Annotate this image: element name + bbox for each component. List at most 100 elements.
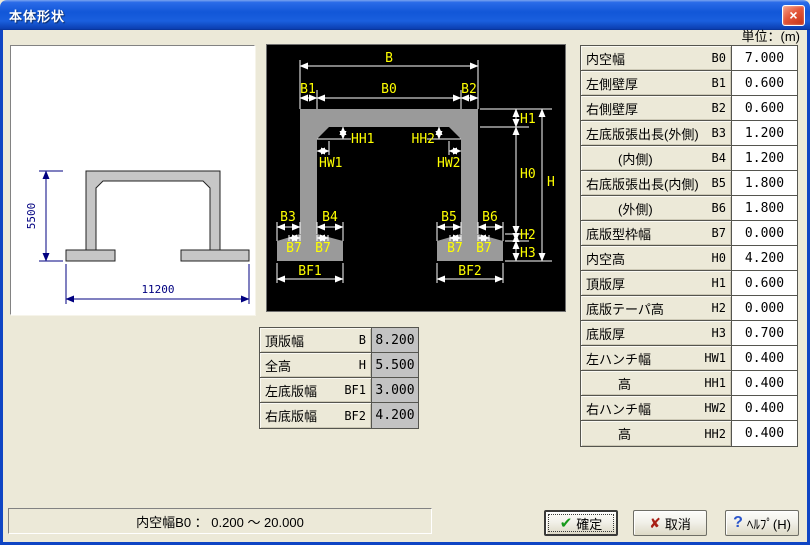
table-row: 内空高 H0 4.200 xyxy=(581,246,797,271)
dim-label-b7: B7 xyxy=(476,241,492,256)
close-icon[interactable]: × xyxy=(782,5,805,26)
dim-label-hh1: HH1 xyxy=(351,132,374,147)
param-symbol: B0 xyxy=(711,51,726,65)
param-label: (外側) xyxy=(618,201,653,217)
dim-label-b0: B0 xyxy=(381,82,397,97)
x-icon: ✘ xyxy=(649,515,661,531)
param-label: 高 xyxy=(618,427,632,442)
confirm-button[interactable]: ✔ 確定 xyxy=(544,510,618,536)
param-symbol: HH1 xyxy=(704,376,726,390)
dim-label-h1: H1 xyxy=(520,112,536,127)
param-value-field[interactable]: 0.700 xyxy=(732,321,797,345)
param-label: 右側壁厚 xyxy=(586,101,639,117)
param-value-field[interactable]: 1.800 xyxy=(732,196,797,220)
param-value-field[interactable]: 0.400 xyxy=(732,346,797,370)
param-label: 左側壁厚 xyxy=(586,76,639,92)
summary-symbol: B xyxy=(358,333,366,347)
preview-width-dim: 11200 xyxy=(141,283,174,296)
dim-label-h3: H3 xyxy=(520,246,536,261)
param-value-field[interactable]: 1.200 xyxy=(732,146,797,170)
summary-table: 頂版幅 B 8.200 全高 H 5.500 左底版幅 BF1 3.000 右底版幅 B… xyxy=(259,327,419,429)
param-symbol: HW1 xyxy=(704,351,726,365)
param-symbol: B4 xyxy=(711,151,726,165)
summary-value: 3.000 xyxy=(372,378,418,402)
status-range-hint: 内空幅B0 ： 0.200 ～ 20.000 xyxy=(8,508,432,534)
param-label: 高 xyxy=(618,376,632,392)
param-symbol: H2 xyxy=(711,301,726,315)
param-symbol: HH2 xyxy=(704,426,726,441)
dim-label-hh2: HH2 xyxy=(412,132,435,147)
window-title: 本体形状 xyxy=(9,8,66,24)
table-row: 左底版幅 BF1 3.000 xyxy=(260,378,418,403)
param-label: 底版型枠幅 xyxy=(586,226,652,242)
param-value-field[interactable]: 0.600 xyxy=(732,71,797,95)
param-label: 右底版張出長(内側) xyxy=(586,176,699,192)
table-row: (内側) B4 1.200 xyxy=(581,146,797,171)
dialog-window: 本体形状 × 単位：(m) 5500 11200 B B1 B0 B2 HH1 … xyxy=(0,0,810,545)
param-label: 底版厚 xyxy=(586,326,626,342)
param-label: 左底版張出長(外側) xyxy=(586,126,699,142)
param-value-field[interactable]: 1.800 xyxy=(732,171,797,195)
param-symbol: HW2 xyxy=(704,401,726,415)
diagram-labels: B B1 B0 B2 HH1 HH2 HW1 HW2 B3 B4 B5 B6 B… xyxy=(280,51,555,279)
param-value-field[interactable]: 0.400 xyxy=(732,371,797,395)
param-value-field[interactable]: 0.400 xyxy=(732,396,797,420)
dim-label-b7: B7 xyxy=(447,241,463,256)
param-value-field[interactable]: 0.000 xyxy=(732,296,797,320)
dim-label-b7: B7 xyxy=(286,241,302,256)
summary-label: 左底版幅 xyxy=(265,383,318,399)
param-symbol: B7 xyxy=(711,226,726,240)
cancel-button[interactable]: ✘ 取消 xyxy=(633,510,707,536)
table-row: 底版厚 H3 0.700 xyxy=(581,321,797,346)
dim-label-b3: B3 xyxy=(280,210,296,225)
summary-label: 全高 xyxy=(265,358,292,374)
dim-label-b2: B2 xyxy=(461,82,477,97)
table-row: 頂版厚 H1 0.600 xyxy=(581,271,797,296)
table-row: 左底版張出長(外側) B3 1.200 xyxy=(581,121,797,146)
diagram-structure xyxy=(277,109,503,261)
param-label: 頂版厚 xyxy=(586,276,626,292)
table-row: 高 HH2 0.400 xyxy=(581,421,797,446)
table-row: 底版テーパ高 H2 0.000 xyxy=(581,296,797,321)
check-icon: ✔ xyxy=(559,514,573,532)
param-symbol: B6 xyxy=(711,201,726,215)
param-symbol: B5 xyxy=(711,176,726,190)
dim-label-b7: B7 xyxy=(315,241,331,256)
param-label: 底版テーパ高 xyxy=(586,301,664,317)
param-value-field[interactable]: 0.400 xyxy=(732,421,797,446)
param-symbol: B1 xyxy=(711,76,726,90)
dim-label-h0: H0 xyxy=(520,167,536,182)
table-row: 内空幅 B0 7.000 xyxy=(581,46,797,71)
param-symbol: H3 xyxy=(711,326,726,340)
param-value-field[interactable]: 0.000 xyxy=(732,221,797,245)
param-value-field[interactable]: 7.000 xyxy=(732,46,797,70)
table-row: 右側壁厚 B2 0.600 xyxy=(581,96,797,121)
shape-diagram-panel: B B1 B0 B2 HH1 HH2 HW1 HW2 B3 B4 B5 B6 B… xyxy=(266,44,566,312)
table-row: 右ハンチ幅 HW2 0.400 xyxy=(581,396,797,421)
dim-label-h2: H2 xyxy=(520,228,536,243)
dim-label-bf2: BF2 xyxy=(458,264,481,279)
summary-value: 5.500 xyxy=(372,353,418,377)
param-value-field[interactable]: 4.200 xyxy=(732,246,797,270)
unit-label: 単位：(m) xyxy=(741,29,801,44)
cancel-button-label: 取消 xyxy=(664,516,691,532)
param-label: 内空高 xyxy=(586,251,626,267)
summary-symbol: BF2 xyxy=(344,408,366,423)
param-value-field[interactable]: 1.200 xyxy=(732,121,797,145)
summary-value: 4.200 xyxy=(372,403,418,428)
dim-label-b1: B1 xyxy=(300,82,316,97)
help-button[interactable]: ? ﾍﾙﾌﾟ(H) xyxy=(725,510,799,536)
dim-label-b: B xyxy=(385,51,393,66)
table-row: 右底版張出長(内側) B5 1.800 xyxy=(581,171,797,196)
table-row: 高 HH1 0.400 xyxy=(581,371,797,396)
param-symbol: H0 xyxy=(711,251,726,265)
param-value-field[interactable]: 0.600 xyxy=(732,271,797,295)
dim-label-b6: B6 xyxy=(482,210,498,225)
status-text: 内空幅B0 ： 0.200 ～ 20.000 xyxy=(136,514,304,530)
param-value-field[interactable]: 0.600 xyxy=(732,96,797,120)
shape-preview-panel: 5500 11200 xyxy=(10,45,255,315)
question-mark-icon: ? xyxy=(733,514,743,531)
table-row: 左ハンチ幅 HW1 0.400 xyxy=(581,346,797,371)
summary-label: 右底版幅 xyxy=(265,409,318,424)
param-label: 内空幅 xyxy=(586,51,626,67)
